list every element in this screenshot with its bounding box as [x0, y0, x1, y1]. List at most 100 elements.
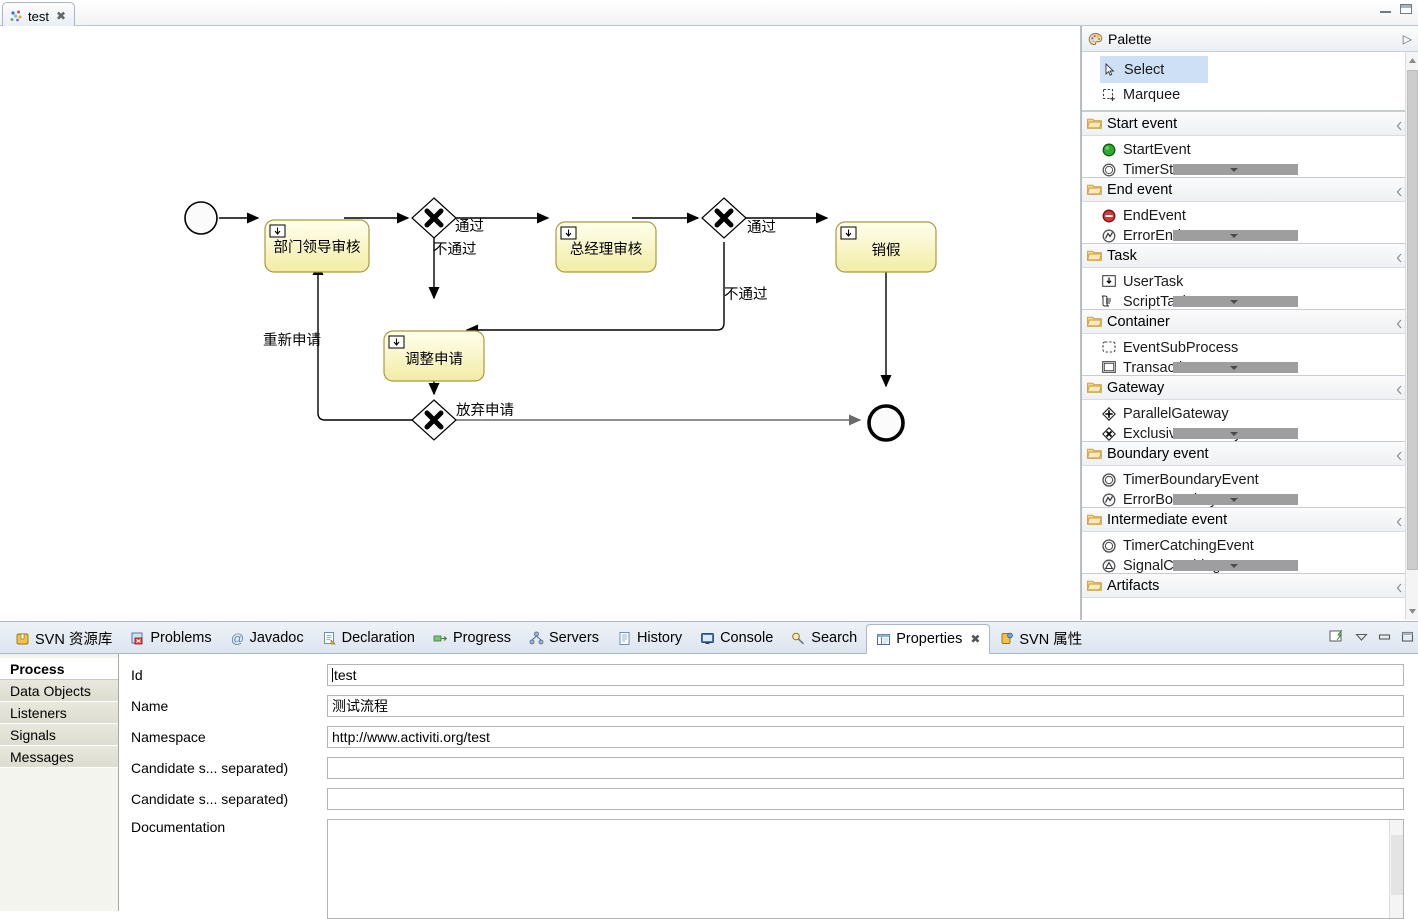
- candidate-users-input[interactable]: [327, 757, 1404, 779]
- close-icon[interactable]: ✖: [970, 632, 980, 646]
- documentation-textarea[interactable]: [327, 819, 1404, 919]
- palette-item-clipped-2[interactable]: ScriptTask: [1082, 295, 1418, 309]
- palette-group-artifacts[interactable]: Artifacts: [1082, 573, 1418, 598]
- palette-item-eventsubprocess[interactable]: EventSubProcess: [1082, 334, 1418, 361]
- tab-search[interactable]: Search: [782, 623, 866, 653]
- task-node-1[interactable]: 部门领导审核: [264, 219, 370, 273]
- folder-open-icon: [1087, 249, 1102, 263]
- scroll-hint-2[interactable]: [1173, 296, 1298, 307]
- tab-declaration[interactable]: Declaration: [313, 623, 424, 653]
- prop-tab-listeners[interactable]: Listeners: [0, 702, 118, 724]
- minimize-view-icon[interactable]: [1378, 630, 1391, 645]
- scroll-up-icon[interactable]: [1406, 54, 1418, 68]
- tab-history[interactable]: History: [608, 623, 691, 653]
- exclusive-gateway-1[interactable]: [411, 197, 457, 239]
- palette-icon: [1088, 32, 1103, 46]
- scroll-hint-4[interactable]: [1173, 428, 1298, 439]
- flow-label-1: 不通过: [433, 241, 477, 258]
- task-node-3[interactable]: 销假: [835, 221, 937, 273]
- palette-group-task[interactable]: Task: [1082, 243, 1418, 268]
- id-input[interactable]: test: [327, 664, 1404, 686]
- scroll-hint-3[interactable]: [1173, 362, 1298, 373]
- palette-section-intermediate-event: TimerCatchingEvent SignalCatchingEvent: [1082, 532, 1418, 573]
- palette-item-clipped-5[interactable]: ErrorBoundaryEvent: [1082, 493, 1418, 507]
- documentation-scrollbar[interactable]: [1389, 820, 1403, 918]
- tab-svn-repository[interactable]: SVN 资源库: [6, 623, 121, 653]
- palette-tool-marquee[interactable]: Marquee: [1082, 83, 1418, 110]
- field-label-namespace: Namespace: [131, 729, 206, 745]
- palette-scroll-thumb[interactable]: [1407, 70, 1418, 570]
- exclusive-gateway-2[interactable]: [701, 197, 747, 239]
- field-row-namespace: Namespace http://www.activiti.org/test: [131, 726, 1404, 748]
- palette-group-boundary-event[interactable]: Boundary event: [1082, 441, 1418, 466]
- palette-item-parallelgateway[interactable]: ParallelGateway: [1082, 400, 1418, 427]
- tab-console[interactable]: Console: [691, 623, 782, 653]
- palette-item-clipped-6[interactable]: SignalCatchingEvent: [1082, 559, 1418, 573]
- scroll-down-icon[interactable]: [1406, 604, 1418, 618]
- scroll-hint-6[interactable]: [1173, 560, 1298, 571]
- palette-scrollbar[interactable]: [1405, 52, 1418, 620]
- maximize-icon[interactable]: [1400, 4, 1412, 14]
- properties-tab-list: Process Data Objects Listeners Signals M…: [0, 654, 119, 911]
- parallel-gateway-icon: [1102, 406, 1116, 421]
- palette-group-start-event[interactable]: Start event: [1082, 111, 1418, 136]
- palette-item-clipped-0[interactable]: TimerStartEvent: [1082, 163, 1418, 177]
- palette-item-clipped-4[interactable]: ExclusiveGateway: [1082, 427, 1418, 441]
- namespace-input[interactable]: http://www.activiti.org/test: [327, 726, 1404, 748]
- tab-servers[interactable]: Servers: [520, 623, 608, 653]
- console-icon: [700, 631, 715, 646]
- palette-item-clipped-1[interactable]: ErrorEndEvent: [1082, 229, 1418, 243]
- maximize-view-icon[interactable]: [1401, 630, 1414, 645]
- task-node-2[interactable]: 总经理审核: [555, 221, 657, 273]
- tab-javadoc[interactable]: @ Javadoc: [221, 623, 313, 653]
- palette-item-endevent[interactable]: EndEvent: [1082, 202, 1418, 229]
- palette-pin-icon[interactable]: ▷: [1403, 32, 1412, 46]
- scroll-hint-0[interactable]: [1173, 164, 1298, 175]
- task-node-4[interactable]: 调整申请: [383, 330, 485, 382]
- close-icon[interactable]: ✖: [56, 10, 66, 22]
- palette-group-container[interactable]: Container: [1082, 309, 1418, 334]
- documentation-scroll-thumb[interactable]: [1391, 835, 1403, 895]
- view-menu-icon[interactable]: [1355, 630, 1368, 645]
- palette-group-intermediate-event[interactable]: Intermediate event: [1082, 507, 1418, 532]
- palette-item-usertask[interactable]: UserTask: [1082, 268, 1418, 295]
- scroll-hint-5[interactable]: [1173, 494, 1298, 505]
- folder-open-icon: [1087, 579, 1102, 593]
- minimize-icon[interactable]: [1380, 6, 1391, 13]
- properties-view: Process Data Objects Listeners Signals M…: [0, 654, 1418, 919]
- editor-tab-test[interactable]: test ✖: [2, 2, 76, 26]
- tab-properties[interactable]: Properties ✖: [866, 624, 991, 654]
- tab-svn-properties[interactable]: SVN 属性: [990, 623, 1091, 653]
- scroll-hint-1[interactable]: [1173, 230, 1298, 241]
- start-event-node[interactable]: [184, 201, 218, 235]
- tab-problems[interactable]: Problems: [121, 623, 220, 653]
- diagram-canvas[interactable]: 部门领导审核 总经理审核 销假 调整申请 通过 不通过 通过 不通过 重新申请 …: [0, 26, 1081, 620]
- prop-tab-data-objects[interactable]: Data Objects: [0, 680, 118, 702]
- palette-group-gateway[interactable]: Gateway: [1082, 375, 1418, 400]
- prop-tab-process[interactable]: Process: [0, 658, 118, 680]
- prop-tab-signals[interactable]: Signals: [0, 724, 118, 746]
- palette-item-timercatchingevent[interactable]: TimerCatchingEvent: [1082, 532, 1418, 559]
- tab-progress[interactable]: Progress: [424, 623, 520, 653]
- field-row-candidate-starter-groups: Candidate s... separated): [131, 788, 1404, 810]
- palette-group-end-event[interactable]: End event: [1082, 177, 1418, 202]
- dashed-box-icon: [1102, 340, 1116, 355]
- palette-section-container: EventSubProcess Transaction: [1082, 334, 1418, 375]
- candidate-groups-input[interactable]: [327, 788, 1404, 810]
- tab-label-10: SVN 属性: [1019, 631, 1083, 648]
- prop-tab-messages[interactable]: Messages: [0, 746, 118, 768]
- name-input-value: 测试流程: [332, 698, 388, 714]
- name-input[interactable]: 测试流程: [327, 695, 1404, 717]
- palette-item-label-timercatchingevent: TimerCatchingEvent: [1123, 537, 1254, 554]
- palette-tool-select[interactable]: Select: [1100, 56, 1208, 83]
- palette-item-label-usertask: UserTask: [1123, 273, 1184, 290]
- end-event-node[interactable]: [867, 404, 905, 442]
- arrow-cursor-icon: [1103, 62, 1117, 77]
- palette-tool-select-label: Select: [1124, 61, 1165, 78]
- exclusive-gateway-3[interactable]: [411, 399, 457, 441]
- palette-item-clipped-3[interactable]: Transaction: [1082, 361, 1418, 375]
- palette-item-timerboundaryevent[interactable]: TimerBoundaryEvent: [1082, 466, 1418, 493]
- palette-item-startevent[interactable]: StartEvent: [1082, 136, 1418, 163]
- palette-panel: Palette ▷ Select Marquee Start event Sta…: [1081, 26, 1418, 620]
- restore-view-icon[interactable]: [1329, 628, 1345, 647]
